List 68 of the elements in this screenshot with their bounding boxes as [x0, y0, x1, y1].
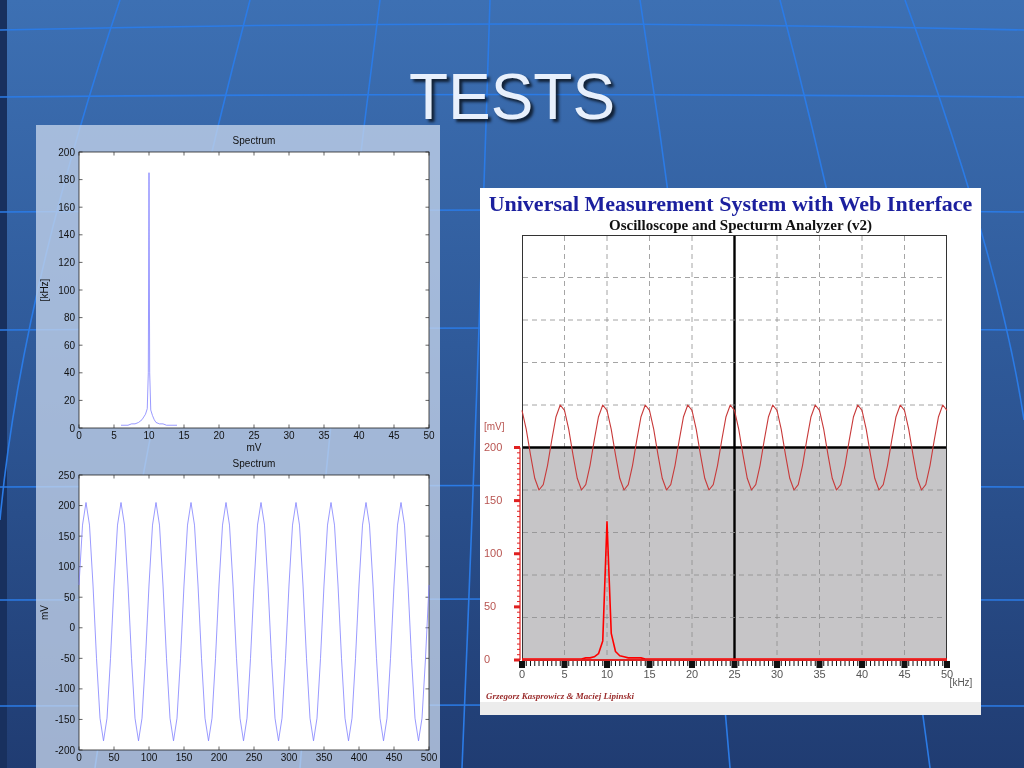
tick-label: 30	[770, 668, 784, 680]
chart-title: Oscilloscope and Specturm Analyzer (v2)	[609, 218, 872, 233]
tick-label: 45	[388, 430, 400, 441]
tick-label: 20	[685, 668, 699, 680]
tick-label: 5	[111, 430, 117, 441]
tick-label: 80	[63, 312, 75, 324]
tick-label: 0	[69, 622, 75, 634]
tick-label: -200	[55, 744, 75, 756]
tick-label: 0	[76, 430, 82, 441]
tick-label: 15	[643, 668, 656, 680]
tick-label: 10	[143, 430, 155, 441]
tick-label: 400	[350, 752, 368, 763]
axis-label: mV	[246, 442, 262, 453]
tick-label: 100	[484, 546, 503, 559]
tick-label: 140	[58, 229, 75, 241]
tick-label: 50	[484, 599, 497, 612]
tick-label: 250	[245, 752, 263, 763]
tick-label: 100	[140, 752, 158, 763]
tick-label: 150	[175, 752, 193, 763]
tick-label: 350	[315, 752, 333, 763]
tick-label: 100	[58, 284, 75, 296]
tick-label: 35	[813, 668, 826, 680]
tick-label: 40	[63, 367, 75, 379]
tick-label: 35	[318, 430, 330, 441]
tick-label: 0	[76, 752, 82, 763]
tick-label: 50	[423, 430, 435, 441]
tick-label: 60	[63, 339, 75, 351]
chart-title: Spectrum	[232, 458, 276, 469]
tick-label: 200	[58, 146, 75, 158]
tick-label: -150	[55, 713, 75, 725]
tick-label: 200	[58, 500, 75, 512]
axis-label: [kHz]	[39, 278, 50, 302]
tick-label: 150	[484, 493, 503, 506]
tick-label: 300	[280, 752, 298, 763]
tick-label: 50	[63, 591, 75, 603]
tick-label: 10	[600, 668, 614, 680]
tick-label: 30	[283, 430, 295, 441]
tick-label: 20	[63, 394, 75, 406]
tick-label: 150	[58, 530, 75, 542]
tick-label: 25	[248, 430, 260, 441]
tick-label: 15	[178, 430, 190, 441]
author-credit: Grzegorz Kasprowicz & Maciej Lipinski	[486, 691, 634, 701]
tick-label: 40	[353, 430, 365, 441]
app-title: Universal Measurement System with Web Interface	[488, 192, 973, 218]
tick-label: 5	[561, 668, 568, 680]
tick-label: 40	[855, 668, 869, 680]
slide-title: TESTS	[408, 72, 616, 125]
tick-label: 450	[385, 752, 403, 763]
tick-label: 180	[58, 174, 75, 186]
tick-label: 160	[58, 201, 75, 213]
tick-label: 120	[58, 256, 75, 268]
tick-label: 0	[69, 422, 75, 434]
tick-label: -50	[60, 652, 75, 664]
tick-label: 45	[898, 668, 911, 680]
tick-label: 0	[518, 668, 526, 680]
axis-label: [mV]	[484, 420, 505, 432]
tick-label: 250	[58, 469, 75, 481]
tick-label: 200	[484, 440, 503, 453]
tick-label: -100	[55, 683, 75, 695]
tick-label: 500	[420, 752, 438, 763]
tick-label: 0	[484, 653, 491, 665]
tick-label: 50	[108, 752, 120, 763]
tick-label: 20	[213, 430, 225, 441]
tick-label: 200	[210, 752, 228, 763]
tick-label: 100	[58, 561, 75, 573]
axis-label: mV	[39, 605, 50, 620]
chart-title: Spectrum	[232, 135, 276, 146]
tick-label: 25	[728, 668, 741, 680]
